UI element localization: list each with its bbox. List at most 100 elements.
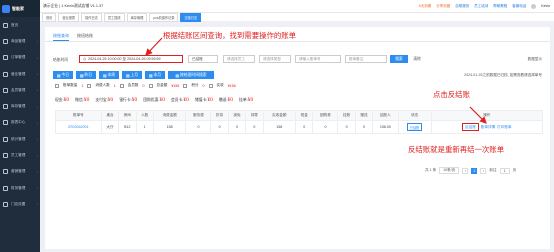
table-cell: 0 bbox=[245, 120, 264, 134]
stat-checkbox[interactable] bbox=[208, 83, 213, 88]
divider bbox=[45, 41, 550, 42]
expiry-link[interactable]: 6天到期 bbox=[419, 4, 431, 9]
phone-link[interactable]: 客服电话 bbox=[512, 4, 526, 9]
user-name[interactable]: Kevin bbox=[541, 4, 550, 8]
sidebar-item-5[interactable]: 库存管理 › bbox=[0, 98, 40, 114]
calendar-icon: ▦ bbox=[175, 73, 179, 78]
table-cell: 158 bbox=[262, 120, 297, 134]
sidebar-item-9[interactable]: 营销管理 › bbox=[0, 164, 40, 180]
page-tab[interactable]: 营业报表 bbox=[58, 12, 80, 22]
sidebar-item-6[interactable]: 报表中心 › bbox=[0, 115, 40, 131]
quick-filter-button[interactable]: ▦ 本月 bbox=[145, 71, 165, 79]
help-link[interactable]: 帮助教程 bbox=[493, 4, 507, 9]
marketing-icon bbox=[3, 169, 8, 175]
bill-number-link[interactable]: ZS03042001 bbox=[55, 120, 102, 134]
chevron-right-icon: › bbox=[37, 120, 38, 125]
subtab-by-bill[interactable]: 按账查询 bbox=[53, 33, 69, 41]
table-cell: 0 bbox=[312, 120, 339, 134]
payment-value: ¥0 bbox=[183, 97, 189, 103]
clear-button[interactable]: 清除 bbox=[410, 55, 424, 63]
sidebar-item-10[interactable]: 财务管理 › bbox=[0, 180, 40, 196]
logo[interactable]: 智能家 bbox=[0, 0, 40, 17]
pagination: 共 1 条 10条/页 ‹ 1 › 前往 1 页 bbox=[425, 167, 516, 174]
quick-filter-label: 按结班时间搜索 bbox=[180, 72, 207, 77]
payment-summary-item: 微信:¥0 bbox=[75, 97, 89, 103]
avatar[interactable] bbox=[531, 3, 537, 9]
stat-value: 1 bbox=[113, 83, 116, 88]
sidebar-item-7[interactable]: 统计管理 › bbox=[0, 131, 40, 147]
page-tab[interactable]: 交接日志 bbox=[180, 12, 202, 22]
sidebar-item-label: 首页 bbox=[11, 22, 19, 27]
page-tab[interactable]: pos机操作记录 bbox=[149, 12, 179, 22]
quick-filter-button[interactable]: ▦ 按结班时间搜索 bbox=[168, 71, 214, 79]
sidebar-item-1[interactable]: 商品管理 › bbox=[0, 33, 40, 49]
column-header: 折扣 bbox=[210, 110, 229, 121]
reverse-checkout-button[interactable]: 反结账 bbox=[462, 122, 479, 131]
page-size-select[interactable]: 10条/页 bbox=[439, 167, 460, 174]
search-button[interactable]: 搜索 bbox=[390, 55, 408, 63]
goto-suffix: 页 bbox=[512, 168, 517, 172]
quick-filter-button[interactable]: ▦ 昨日 bbox=[76, 71, 96, 79]
sidebar-item-2[interactable]: 订单管理 › bbox=[0, 50, 40, 66]
stat-checkbox[interactable] bbox=[119, 83, 124, 88]
self-service-link[interactable]: 自助服务 bbox=[455, 4, 469, 9]
payment-label: 团购优惠: bbox=[143, 98, 160, 102]
training-link[interactable]: 员工培训 bbox=[474, 4, 488, 9]
page-tab[interactable]: 首页 bbox=[42, 12, 57, 22]
date-range-field[interactable]: ◷ 2024-04-25 10:00:00 至 2024-04-26 09:59… bbox=[79, 55, 183, 63]
sidebar: 智能家 首页 商品管理 › 订单管理 › 营业管理 › 会员管理 › 库存管理 › 报表中心 › 统计管理… bbox=[0, 0, 40, 252]
sidebar-item-label: 订单管理 bbox=[11, 55, 26, 60]
column-header: 状态 bbox=[397, 110, 432, 121]
page-tab[interactable]: 库存管理 bbox=[126, 12, 148, 22]
payment-summary-item: 现金:¥0 bbox=[55, 97, 69, 103]
payment-summary-item: 支付宝:¥0 bbox=[95, 97, 113, 103]
sidebar-item-label: 报表中心 bbox=[11, 120, 26, 125]
quick-filter-button[interactable]: ▦ 上月 bbox=[122, 71, 142, 79]
page-number[interactable]: 1 bbox=[471, 167, 478, 174]
column-header: 操作 bbox=[430, 110, 544, 121]
stat-checkbox[interactable] bbox=[148, 83, 153, 88]
sidebar-item-4[interactable]: 会员管理 › bbox=[0, 82, 40, 98]
table-cell: 158 bbox=[152, 120, 187, 134]
payment-value: ¥0 bbox=[159, 97, 165, 103]
stat-value: 0 bbox=[142, 83, 145, 88]
goto-input[interactable]: 1 bbox=[499, 167, 510, 174]
payment-value: ¥0 bbox=[227, 97, 234, 103]
status-select[interactable]: 已结账 bbox=[188, 55, 218, 63]
sidebar-item-label: 营销管理 bbox=[11, 169, 26, 174]
table-cell: B12 bbox=[118, 120, 137, 134]
quick-filter-label: 本月 bbox=[153, 72, 162, 77]
stat-checkbox[interactable] bbox=[55, 83, 59, 88]
page-tab[interactable]: 员工提成 bbox=[103, 12, 125, 22]
payment-label: 支付宝: bbox=[95, 98, 108, 102]
stat-checkbox[interactable] bbox=[87, 83, 92, 88]
page-tab[interactable]: 操作日志 bbox=[81, 12, 102, 22]
type-select[interactable]: 请选择类型 bbox=[259, 55, 291, 63]
stat-label: 消费人数 bbox=[95, 83, 110, 87]
bill-detail-button[interactable]: 账单详情 bbox=[481, 125, 495, 129]
payment-label: 赠送: bbox=[218, 98, 228, 102]
remark-input[interactable]: 账单备注 bbox=[345, 55, 387, 63]
cashier-select[interactable]: 请选择员工 bbox=[223, 55, 255, 63]
quick-filter-button[interactable]: ▦ 今日 bbox=[53, 71, 73, 79]
sidebar-item-3[interactable]: 营业管理 › bbox=[0, 66, 40, 82]
sidebar-item-label: 会员管理 bbox=[11, 87, 26, 92]
calendar-icon: ▦ bbox=[125, 73, 130, 78]
prev-page-button[interactable]: ‹ bbox=[462, 167, 469, 174]
calendar-icon: ◷ bbox=[83, 57, 87, 61]
stat-checkbox[interactable] bbox=[183, 83, 188, 88]
sidebar-item-0[interactable]: 首页 bbox=[0, 17, 40, 33]
bills-table: 账单号 桌台 房间 人数 消费金额 服务费 折扣 减免 抹零 实收金额 现金 团购券 挂账 赠送 结账人 状态… bbox=[55, 110, 544, 134]
subtab-by-shift[interactable]: 按班结账 bbox=[77, 33, 93, 41]
sidebar-item-8[interactable]: 员工管理 › bbox=[0, 147, 40, 163]
share-link[interactable]: 分享到圈 bbox=[436, 4, 450, 9]
table-row: ZS03042001 大厅 B12 1 158 0 0 0 0 158 0 0 0 0 158.00 已结账反… bbox=[55, 120, 544, 134]
keyword-input[interactable]: 请输入账单号 bbox=[295, 55, 341, 63]
print-bill-button[interactable]: 打印账单 bbox=[497, 125, 511, 129]
logo-text: 智能家 bbox=[12, 5, 24, 11]
next-page-button[interactable]: › bbox=[480, 167, 487, 174]
column-header: 现金 bbox=[295, 110, 314, 121]
time-label: 结账时间 bbox=[53, 58, 69, 62]
sidebar-item-11[interactable]: 门店设置 › bbox=[0, 196, 40, 212]
quick-filter-button[interactable]: ▦ 本周 bbox=[99, 71, 119, 79]
